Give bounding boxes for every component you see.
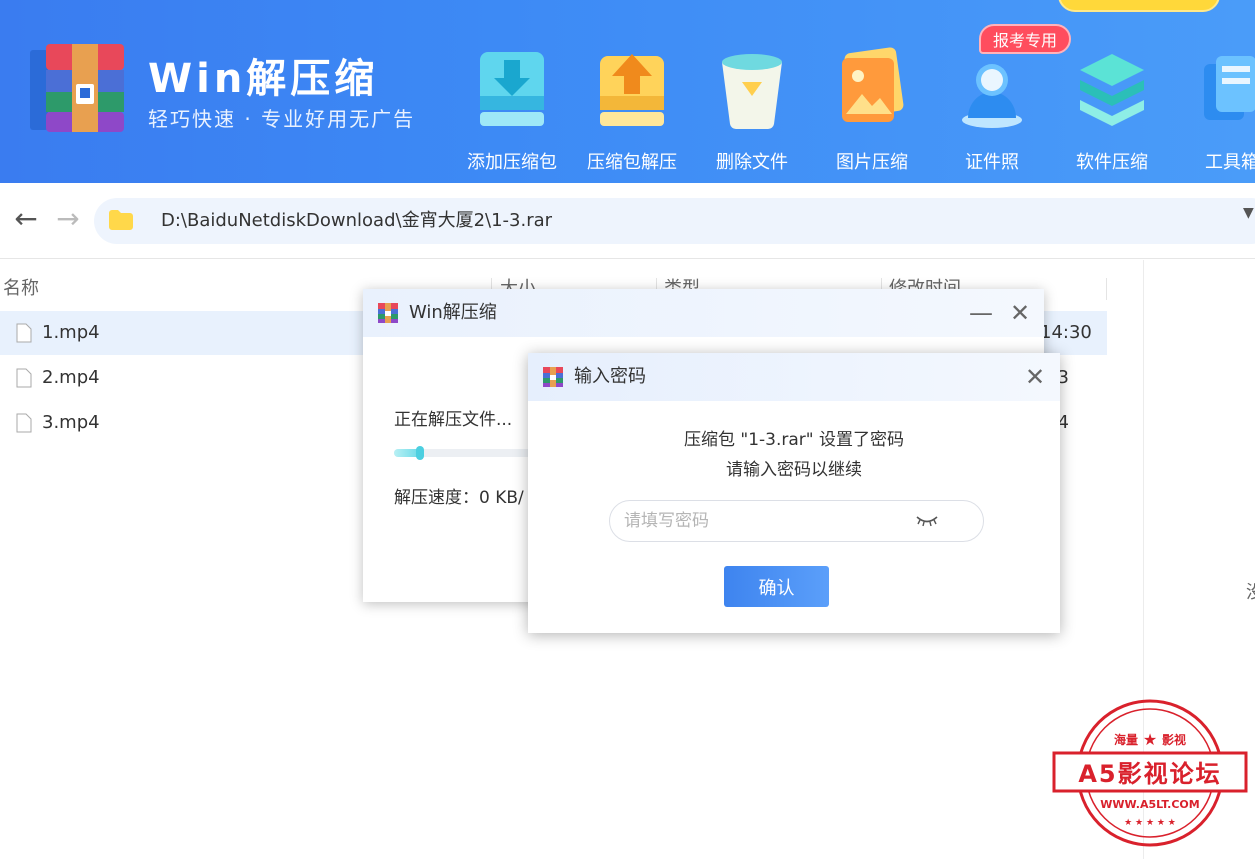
close-icon[interactable]: ✕ xyxy=(1021,363,1049,391)
eye-closed-icon[interactable] xyxy=(914,513,940,529)
file-name: 3.mp4 xyxy=(42,412,100,433)
file-time: 14:30 xyxy=(1040,322,1092,343)
tool-label: 添加压缩包 xyxy=(467,152,557,173)
delete-file-button[interactable]: 删除文件 xyxy=(702,40,802,180)
id-photo-icon xyxy=(962,64,1022,128)
password-dialog: 输入密码 ✕ 压缩包 "1-3.rar" 设置了密码 请输入密码以继续 确认 xyxy=(528,353,1060,633)
password-hint: 请输入密码以继续 xyxy=(726,460,862,480)
file-icon xyxy=(16,323,32,343)
file-icon xyxy=(16,368,32,388)
column-divider[interactable] xyxy=(1106,278,1107,300)
folder-icon xyxy=(109,210,133,230)
app-logo-icon xyxy=(30,44,124,132)
path-field[interactable]: D:\BaiduNetdiskDownload\金宵大厦2\1-3.rar xyxy=(94,198,1255,244)
column-header-name[interactable]: 名称 xyxy=(3,260,39,318)
promo-pill[interactable] xyxy=(1058,0,1220,12)
extract-status: 正在解压文件... xyxy=(394,410,513,430)
tool-label: 删除文件 xyxy=(716,152,788,173)
progress-knob xyxy=(416,446,424,460)
password-field xyxy=(609,500,984,542)
tool-label: 软件压缩 xyxy=(1076,152,1148,173)
extract-archive-button[interactable]: 压缩包解压 xyxy=(582,40,682,180)
app-logo-icon xyxy=(543,367,563,387)
extract-archive-icon xyxy=(600,54,664,126)
forward-arrow-icon[interactable]: → xyxy=(50,201,86,237)
file-icon xyxy=(16,413,32,433)
path-text: D:\BaiduNetdiskDownload\金宵大厦2\1-3.rar xyxy=(161,210,553,231)
watermark-main: A5影视论坛 xyxy=(1078,760,1221,788)
file-name: 1.mp4 xyxy=(42,322,100,343)
id-photo-button[interactable]: 证件照 xyxy=(942,40,1042,180)
watermark-text-right: 影视 xyxy=(1162,732,1186,747)
dialog-title: 输入密码 xyxy=(574,366,646,387)
tool-label: 图片压缩 xyxy=(836,152,908,173)
path-dropdown-icon[interactable]: ▼ xyxy=(1243,205,1254,221)
tool-label: 工具箱 xyxy=(1205,152,1255,173)
add-archive-icon xyxy=(480,52,544,126)
app-slogan: 轻巧快速 · 专业好用无广告 xyxy=(148,107,416,131)
exam-badge[interactable]: 报考专用 xyxy=(979,24,1072,54)
tool-label: 证件照 xyxy=(965,152,1019,173)
file-name: 2.mp4 xyxy=(42,367,100,388)
toolbox-button[interactable]: 工具箱 xyxy=(1182,40,1255,180)
image-compress-icon xyxy=(842,47,904,122)
watermark-text-left: 海量 xyxy=(1114,732,1138,747)
detail-pane-text: 没 xyxy=(1246,578,1255,604)
address-bar: ← → D:\BaiduNetdiskDownload\金宵大厦2\1-3.ra… xyxy=(0,183,1255,259)
watermark-stamp: 海量 ★ 影视 A5影视论坛 WWW.A5LT.COM ★ ★ ★ ★ ★ xyxy=(1052,699,1248,847)
dialog-titlebar[interactable]: Win解压缩 — ✕ xyxy=(363,289,1044,337)
app-logo-icon xyxy=(378,303,398,323)
header-banner: Win解压缩 轻巧快速 · 专业好用无广告 添加压缩包 压缩包解压 删除文件 图… xyxy=(0,0,1255,183)
add-archive-button[interactable]: 添加压缩包 xyxy=(462,40,562,180)
confirm-button[interactable]: 确认 xyxy=(724,566,829,607)
delete-file-icon xyxy=(722,54,782,130)
app-title: Win解压缩 xyxy=(148,56,379,102)
app-window: Win解压缩 轻巧快速 · 专业好用无广告 添加压缩包 压缩包解压 删除文件 图… xyxy=(0,0,1255,859)
dialog-titlebar[interactable]: 输入密码 ✕ xyxy=(528,353,1060,401)
software-compress-icon xyxy=(1080,54,1144,126)
password-input[interactable] xyxy=(624,501,904,541)
back-arrow-icon[interactable]: ← xyxy=(8,201,44,237)
watermark-stars-icon: ★ ★ ★ ★ ★ xyxy=(1124,818,1176,828)
dialog-title: Win解压缩 xyxy=(409,302,497,323)
toolbox-icon xyxy=(1204,56,1255,120)
close-icon[interactable]: ✕ xyxy=(1006,299,1034,327)
tool-label: 压缩包解压 xyxy=(587,152,677,173)
watermark-url: WWW.A5LT.COM xyxy=(1100,798,1199,811)
image-compress-button[interactable]: 图片压缩 xyxy=(822,40,922,180)
extract-speed: 解压速度：0 KB/ xyxy=(394,488,524,508)
software-compress-button[interactable]: 软件压缩 xyxy=(1062,40,1162,180)
minimize-icon[interactable]: — xyxy=(967,299,995,327)
password-message: 压缩包 "1-3.rar" 设置了密码 xyxy=(683,430,904,450)
star-icon: ★ xyxy=(1143,730,1157,749)
